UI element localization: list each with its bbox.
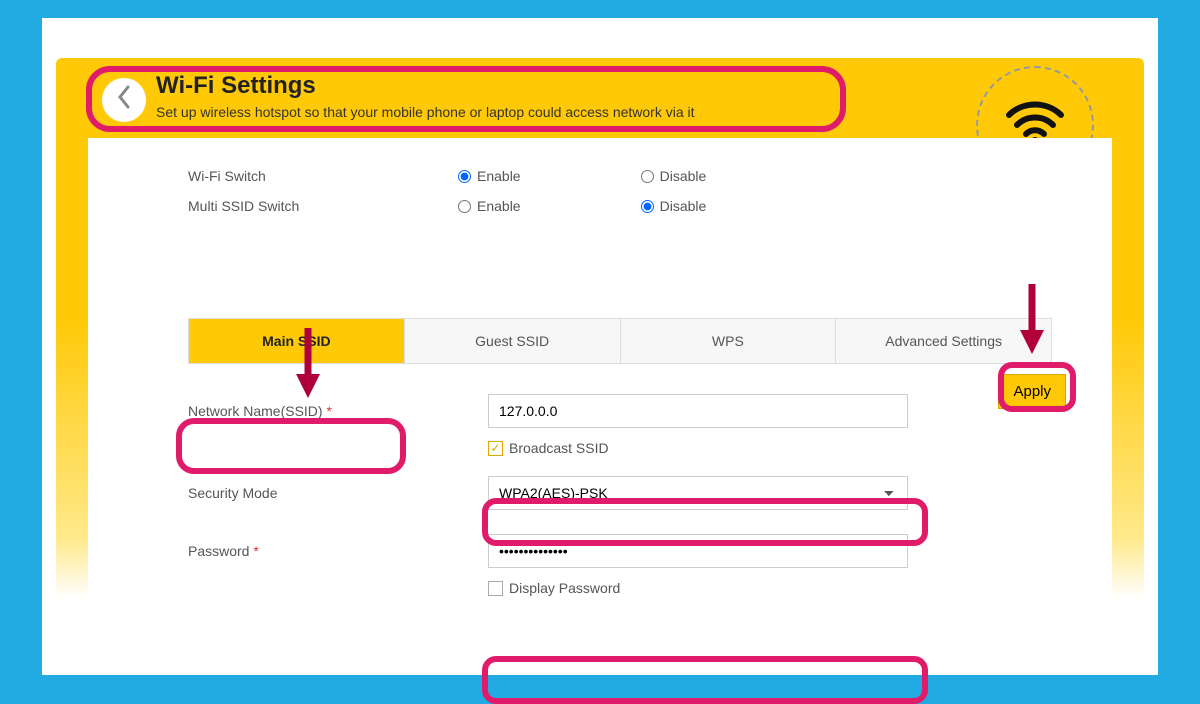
settings-panel: Wi-Fi Settings Set up wireless hotspot s… <box>56 58 1144 675</box>
checkbox-checked-icon: ✓ <box>488 441 503 456</box>
radio-input[interactable] <box>458 200 471 213</box>
password-input[interactable] <box>488 534 908 568</box>
wifi-disable-radio[interactable]: Disable <box>641 168 707 184</box>
annotation-arrow-icon <box>1014 280 1050 361</box>
content-area: Wi-Fi Switch Enable Disable Multi SSID S… <box>88 138 1112 675</box>
radio-input[interactable] <box>458 170 471 183</box>
radio-input[interactable] <box>641 170 654 183</box>
apply-button[interactable]: Apply <box>998 374 1066 409</box>
wifi-enable-radio[interactable]: Enable <box>458 168 521 184</box>
multi-ssid-label: Multi SSID Switch <box>188 198 458 214</box>
ssid-label: Network Name(SSID) * <box>188 403 488 419</box>
wifi-switch-label: Wi-Fi Switch <box>188 168 458 184</box>
checkbox-unchecked-icon <box>488 581 503 596</box>
password-label: Password * <box>188 543 488 559</box>
display-password-checkbox[interactable]: Display Password <box>488 580 1052 596</box>
security-mode-select[interactable]: WPA2(AES)-PSK <box>488 476 908 510</box>
tab-guest-ssid[interactable]: Guest SSID <box>405 319 621 363</box>
ssid-input[interactable] <box>488 394 908 428</box>
multi-disable-radio[interactable]: Disable <box>641 198 707 214</box>
annotation-highlight <box>482 656 928 704</box>
broadcast-ssid-checkbox[interactable]: ✓ Broadcast SSID <box>488 440 1052 456</box>
radio-input[interactable] <box>641 200 654 213</box>
chevron-left-icon <box>115 84 133 117</box>
security-mode-label: Security Mode <box>188 485 488 501</box>
annotation-arrow-icon <box>290 324 326 405</box>
back-button[interactable] <box>102 78 146 122</box>
tab-wps[interactable]: WPS <box>621 319 837 363</box>
multi-enable-radio[interactable]: Enable <box>458 198 521 214</box>
